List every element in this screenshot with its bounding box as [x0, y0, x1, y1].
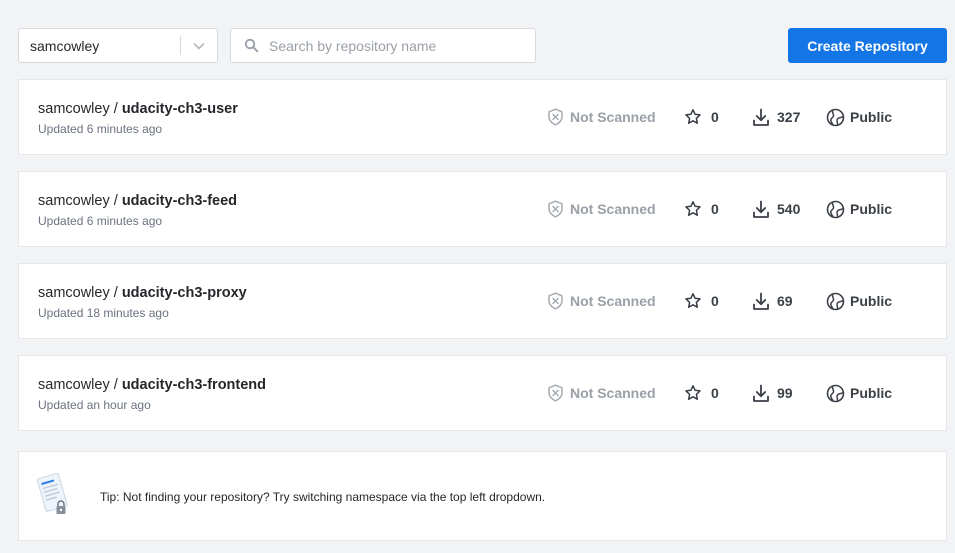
search-icon — [231, 38, 269, 53]
shield-x-icon — [547, 384, 564, 402]
download-icon — [752, 384, 770, 403]
star-count-value: 0 — [711, 385, 719, 401]
repository-owner: samcowley — [38, 377, 110, 393]
star-count-value: 0 — [711, 201, 719, 217]
repository-separator: / — [109, 101, 122, 117]
star-icon — [684, 108, 702, 126]
scan-status-label: Not Scanned — [570, 201, 656, 217]
star-icon — [684, 200, 702, 218]
globe-icon — [826, 108, 845, 127]
download-icon — [752, 200, 770, 219]
visibility: Public — [826, 107, 892, 127]
visibility: Public — [826, 291, 892, 311]
repository-card[interactable]: samcowley / udacity-ch3-frontend Updated… — [18, 355, 947, 431]
star-count: 0 — [684, 107, 719, 127]
repository-name[interactable]: udacity-ch3-user — [122, 101, 238, 117]
star-icon — [684, 292, 702, 310]
namespace-dropdown[interactable]: samcowley — [18, 28, 218, 63]
pull-count: 99 — [752, 383, 793, 403]
pull-count-value: 540 — [777, 201, 801, 217]
repository-separator: / — [109, 193, 122, 209]
search-box — [230, 28, 536, 63]
visibility: Public — [826, 199, 892, 219]
repository-card[interactable]: samcowley / udacity-ch3-feed Updated 6 m… — [18, 171, 947, 247]
pull-count-value: 327 — [777, 109, 801, 125]
repository-owner: samcowley — [38, 285, 110, 301]
pull-count: 69 — [752, 291, 793, 311]
star-count: 0 — [684, 199, 719, 219]
scan-status: Not Scanned — [547, 383, 656, 403]
repository-separator: / — [109, 285, 122, 301]
star-count-value: 0 — [711, 109, 719, 125]
repository-name[interactable]: udacity-ch3-proxy — [122, 285, 247, 301]
scan-status-label: Not Scanned — [570, 293, 656, 309]
download-icon — [752, 292, 770, 311]
namespace-selected-value: samcowley — [30, 37, 100, 54]
shield-x-icon — [547, 200, 564, 218]
repository-owner: samcowley — [38, 101, 110, 117]
repository-card[interactable]: samcowley / udacity-ch3-proxy Updated 18… — [18, 263, 947, 339]
shield-x-icon — [547, 292, 564, 310]
pull-count: 540 — [752, 199, 800, 219]
pull-count-value: 69 — [777, 293, 793, 309]
star-count-value: 0 — [711, 293, 719, 309]
shield-x-icon — [547, 108, 564, 126]
repository-name[interactable]: udacity-ch3-feed — [122, 193, 237, 209]
globe-icon — [826, 292, 845, 311]
pull-count-value: 99 — [777, 385, 793, 401]
download-icon — [752, 108, 770, 127]
star-count: 0 — [684, 383, 719, 403]
toolbar: samcowley Create Repository — [18, 28, 947, 63]
tip-text: Tip: Not finding your repository? Try sw… — [100, 490, 546, 504]
scan-status: Not Scanned — [547, 291, 656, 311]
scan-status-label: Not Scanned — [570, 109, 656, 125]
visibility-label: Public — [850, 201, 893, 217]
globe-icon — [826, 200, 845, 219]
repository-updated: Updated 18 minutes ago — [38, 306, 169, 320]
repository-card[interactable]: samcowley / udacity-ch3-user Updated 6 m… — [18, 79, 947, 155]
visibility-label: Public — [850, 293, 893, 309]
visibility-label: Public — [850, 385, 893, 401]
visibility: Public — [826, 383, 892, 403]
visibility-label: Public — [850, 109, 893, 125]
star-icon — [684, 384, 702, 402]
document-lock-illustration — [36, 469, 72, 526]
repository-updated: Updated 6 minutes ago — [38, 122, 163, 136]
scan-status: Not Scanned — [547, 107, 656, 127]
pull-count: 327 — [752, 107, 800, 127]
scan-status: Not Scanned — [547, 199, 656, 219]
scan-status-label: Not Scanned — [570, 385, 656, 401]
repository-updated: Updated an hour ago — [38, 398, 151, 412]
repository-name[interactable]: udacity-ch3-frontend — [122, 377, 266, 393]
repository-title[interactable]: samcowley / udacity-ch3-frontend — [38, 377, 266, 393]
repository-separator: / — [109, 377, 122, 393]
tip-card: Tip: Not finding your repository? Try sw… — [18, 451, 947, 541]
chevron-down-icon[interactable] — [181, 28, 217, 63]
star-count: 0 — [684, 291, 719, 311]
repository-owner: samcowley — [38, 193, 110, 209]
search-input[interactable] — [269, 30, 535, 61]
repository-list: samcowley / udacity-ch3-user Updated 6 m… — [18, 79, 947, 447]
repository-updated: Updated 6 minutes ago — [38, 214, 163, 228]
repository-title[interactable]: samcowley / udacity-ch3-proxy — [38, 285, 247, 301]
repository-title[interactable]: samcowley / udacity-ch3-user — [38, 101, 238, 117]
globe-icon — [826, 384, 845, 403]
create-repository-button[interactable]: Create Repository — [788, 28, 947, 63]
repository-title[interactable]: samcowley / udacity-ch3-feed — [38, 193, 237, 209]
